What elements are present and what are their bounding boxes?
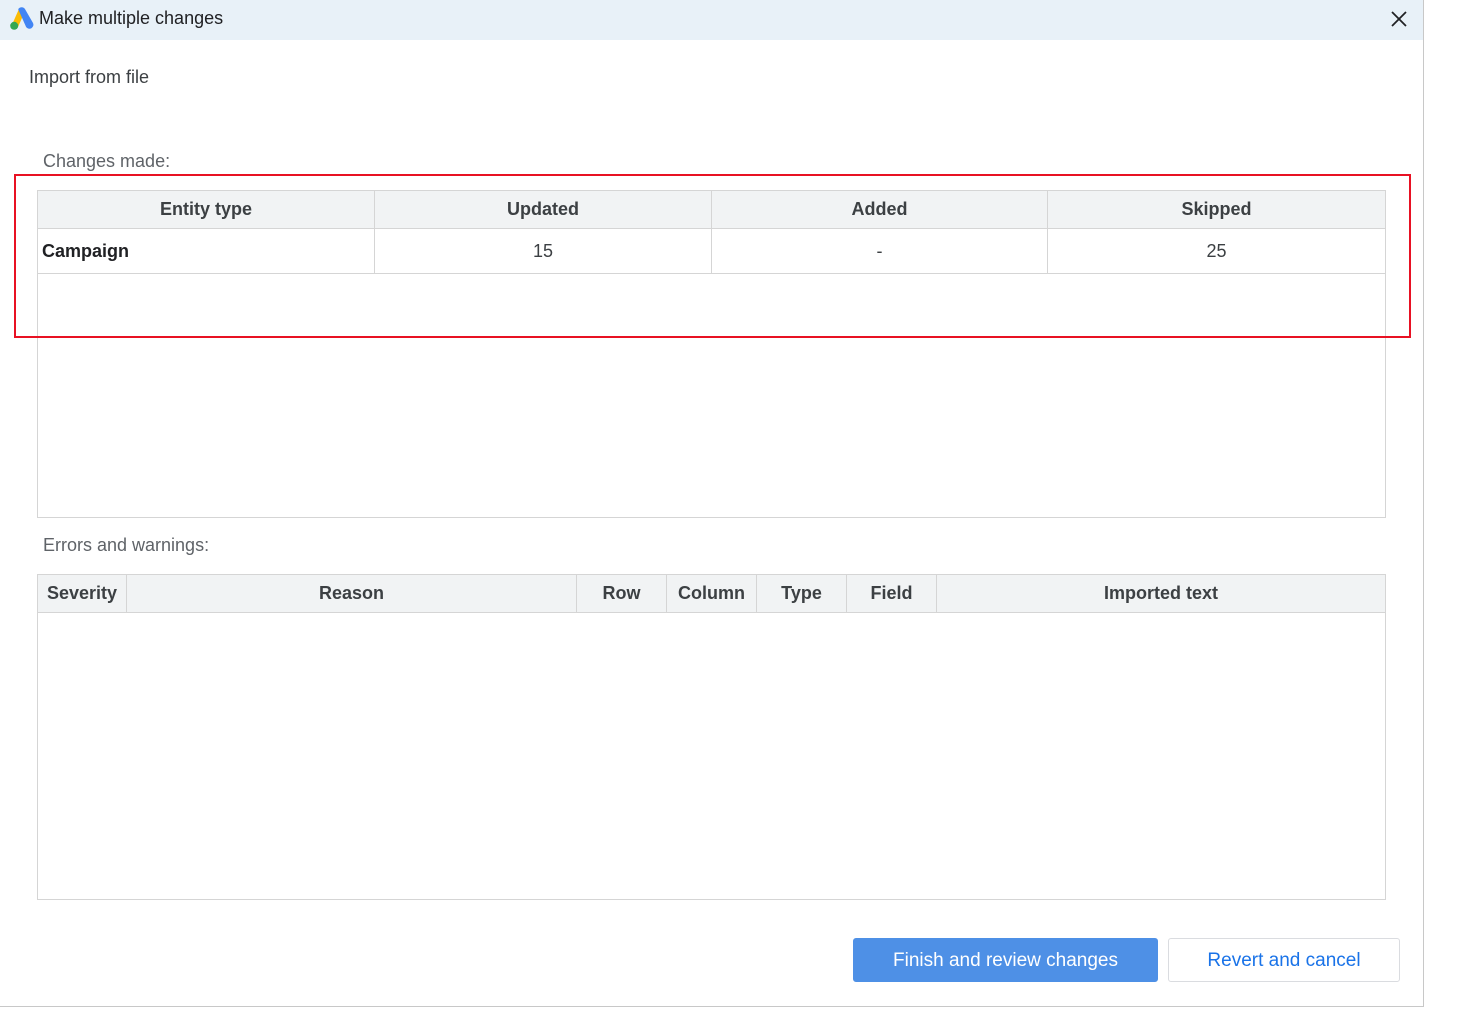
column-header-updated[interactable]: Updated: [375, 191, 712, 228]
dialog-subtitle: Import from file: [29, 67, 150, 87]
column-header-entity-type[interactable]: Entity type: [38, 191, 375, 228]
column-header-severity[interactable]: Severity: [38, 575, 127, 612]
column-header-added[interactable]: Added: [712, 191, 1048, 228]
changes-table: Entity type Updated Added Skipped Campai…: [37, 190, 1386, 518]
google-ads-logo-icon: [10, 7, 34, 30]
title-bar: Make multiple changes: [0, 0, 1423, 40]
changes-made-label: Changes made:: [43, 151, 171, 171]
errors-table-header: Severity Reason Row Column Type Field Im…: [38, 575, 1385, 613]
column-header-row[interactable]: Row: [577, 575, 667, 612]
cell-skipped: 25: [1206, 241, 1227, 261]
changes-table-header: Entity type Updated Added Skipped: [38, 191, 1385, 229]
cell-added: -: [712, 229, 1048, 273]
column-header-imported-text[interactable]: Imported text: [937, 575, 1385, 612]
revert-and-cancel-button[interactable]: Revert and cancel: [1168, 938, 1400, 982]
cell-updated: 15: [375, 229, 712, 273]
finish-and-review-button[interactable]: Finish and review changes: [853, 938, 1158, 982]
close-icon[interactable]: [1386, 6, 1412, 32]
column-header-type[interactable]: Type: [757, 575, 847, 612]
errors-warnings-label: Errors and warnings:: [43, 535, 210, 555]
column-header-skipped[interactable]: Skipped: [1048, 191, 1385, 228]
window-title: Make multiple changes: [39, 8, 224, 28]
column-header-field[interactable]: Field: [847, 575, 937, 612]
table-row[interactable]: Campaign 15 - 25: [38, 229, 1385, 274]
column-header-column[interactable]: Column: [667, 575, 757, 612]
column-header-reason[interactable]: Reason: [127, 575, 577, 612]
cell-entity-type: Campaign: [38, 229, 375, 273]
make-multiple-changes-dialog: Make multiple changes Import from file C…: [0, 0, 1424, 1007]
errors-table: Severity Reason Row Column Type Field Im…: [37, 574, 1386, 900]
